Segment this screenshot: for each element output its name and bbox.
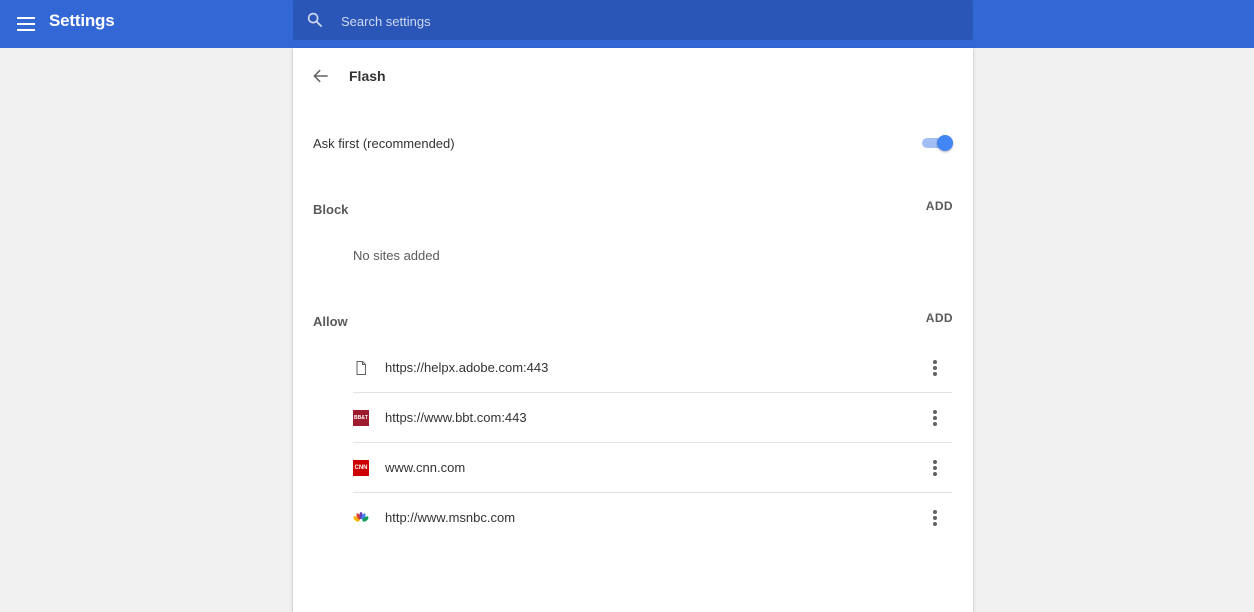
- menu-icon[interactable]: [17, 13, 39, 35]
- more-options-icon[interactable]: [930, 459, 940, 477]
- site-url: https://helpx.adobe.com:443: [385, 360, 549, 375]
- document-icon: [356, 361, 366, 375]
- block-empty-text: No sites added: [353, 248, 440, 263]
- search-box[interactable]: [293, 0, 973, 40]
- allow-heading: Allow: [313, 314, 348, 329]
- site-url: https://www.bbt.com:443: [385, 410, 527, 425]
- block-add-button[interactable]: ADD: [926, 199, 953, 213]
- ask-first-toggle[interactable]: [922, 135, 953, 151]
- site-url: www.cnn.com: [385, 460, 466, 475]
- site-row[interactable]: https://helpx.adobe.com:443: [353, 343, 952, 393]
- allow-site-list: https://helpx.adobe.com:443 BB&T https:/…: [353, 343, 952, 542]
- app-title: Settings: [49, 11, 115, 30]
- cnn-favicon-icon: CNN: [353, 460, 369, 476]
- site-row[interactable]: http://www.msnbc.com: [353, 493, 952, 542]
- site-row[interactable]: BB&T https://www.bbt.com:443: [353, 393, 952, 443]
- bbt-favicon-icon: BB&T: [353, 410, 369, 426]
- page-title: Flash: [349, 68, 386, 84]
- back-arrow-icon[interactable]: [311, 66, 331, 86]
- settings-card: Flash Ask first (recommended) Block ADD …: [293, 48, 973, 612]
- search-icon: [307, 12, 322, 27]
- more-options-icon[interactable]: [930, 359, 940, 377]
- search-input[interactable]: [339, 8, 943, 34]
- more-options-icon[interactable]: [930, 409, 940, 427]
- site-row[interactable]: CNN www.cnn.com: [353, 443, 952, 493]
- toggle-knob: [937, 135, 953, 151]
- more-options-icon[interactable]: [930, 509, 940, 527]
- nbc-peacock-icon: [353, 512, 369, 522]
- top-bar: Settings: [0, 0, 1254, 48]
- allow-add-button[interactable]: ADD: [926, 311, 953, 325]
- block-heading: Block: [313, 202, 349, 217]
- ask-first-label: Ask first (recommended): [313, 136, 455, 151]
- site-url: http://www.msnbc.com: [385, 510, 516, 525]
